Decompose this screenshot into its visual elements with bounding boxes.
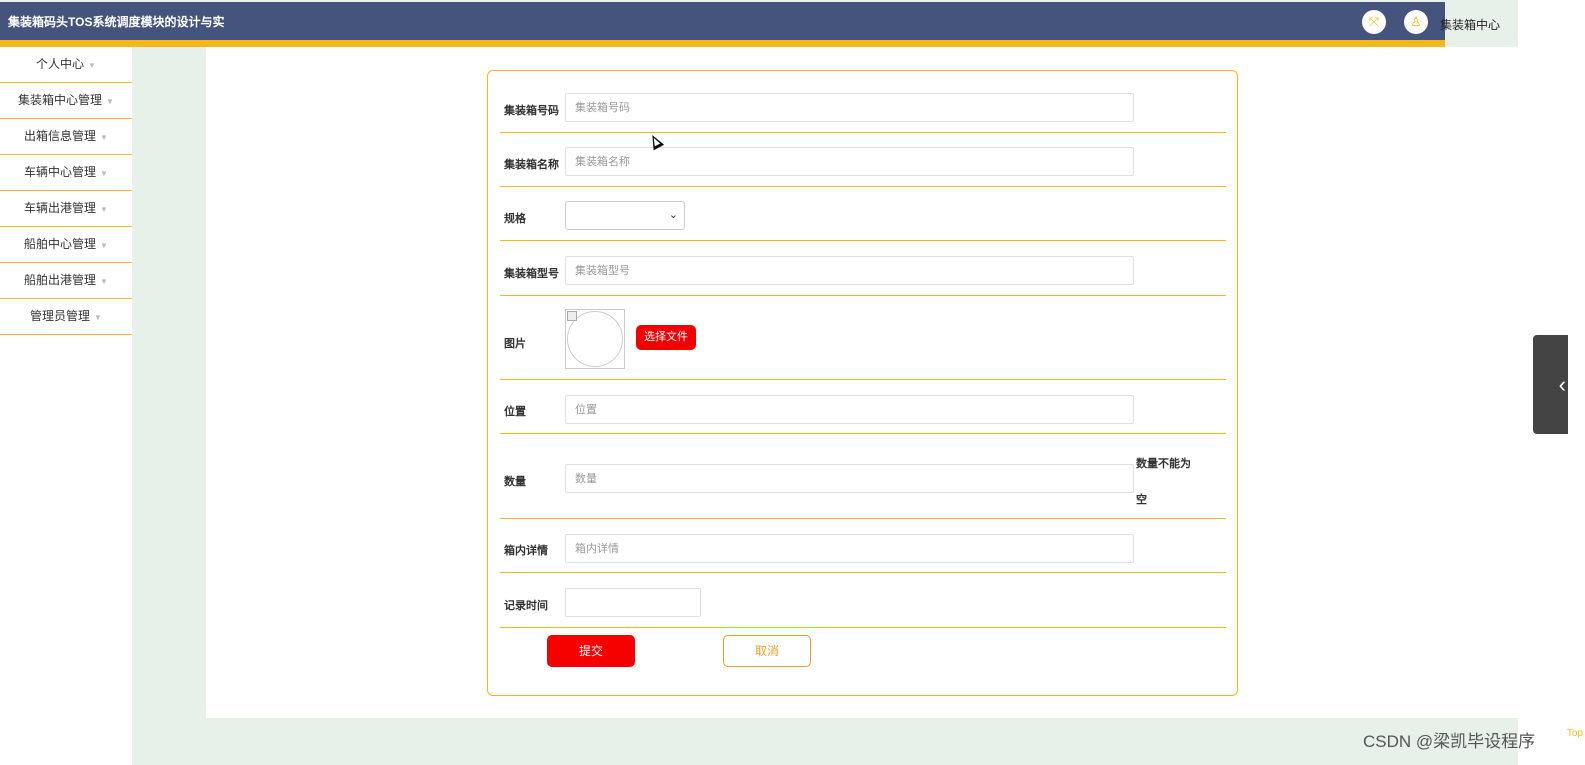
location-input[interactable]	[565, 395, 1134, 424]
sidebar-item-label: 管理员管理	[30, 309, 91, 323]
form-row-quantity: 数量 数量不能为空	[500, 434, 1226, 519]
form-row-record-time: 记录时间	[500, 573, 1226, 628]
expand-icon[interactable]: ⤧	[1362, 10, 1386, 34]
record-time-label: 记录时间	[504, 600, 548, 612]
app-title: 集装箱码头TOS系统调度模块的设计与实	[8, 15, 225, 29]
choose-file-button[interactable]: 选择文件	[636, 325, 696, 350]
container-model-input[interactable]	[565, 256, 1134, 285]
quantity-input[interactable]	[565, 464, 1134, 493]
sidebar-item-vehicle-departure[interactable]: 车辆出港管理 ▼	[0, 191, 132, 227]
location-label: 位置	[504, 406, 526, 418]
form-row-container-model: 集装箱型号	[500, 241, 1226, 296]
back-to-top-button[interactable]: Top	[1545, 718, 1585, 750]
top-header: 集装箱码头TOS系统调度模块的设计与实 ⤧ ♙	[0, 2, 1445, 47]
form-row-location: 位置	[500, 380, 1226, 434]
form-row-image: 图片 选择文件	[500, 296, 1226, 380]
sidebar-item-outbound-info[interactable]: 出箱信息管理 ▼	[0, 119, 132, 155]
chevron-down-icon: ⌄	[668, 209, 678, 221]
collapse-panel-tab[interactable]: ‹	[1533, 335, 1568, 434]
sidebar-item-container-center[interactable]: 集装箱中心管理 ▼	[0, 83, 132, 119]
form-row-spec: 规格 ⌄	[500, 187, 1226, 241]
record-time-input[interactable]	[565, 588, 701, 617]
caret-down-icon: ▼	[100, 205, 108, 214]
caret-down-icon: ▼	[100, 277, 108, 286]
sidebar-item-personal-center[interactable]: 个人中心 ▼	[0, 47, 132, 83]
caret-down-icon: ▼	[94, 313, 102, 322]
sidebar-item-admin[interactable]: 管理员管理 ▼	[0, 299, 132, 335]
caret-down-icon: ▼	[88, 61, 96, 70]
sidebar-item-label: 车辆中心管理	[24, 165, 97, 179]
form-row-details: 箱内详情	[500, 519, 1226, 573]
chevron-left-icon: ‹	[1558, 372, 1566, 397]
cancel-button[interactable]: 取消	[723, 635, 811, 667]
submit-button[interactable]: 提交	[547, 635, 635, 667]
container-code-label: 集装箱号码	[504, 105, 559, 117]
container-form: 集装箱号码 集装箱名称 规格 ⌄ 集装箱型号 图片 选择文件 位置 数量 数量不…	[487, 70, 1238, 696]
spec-select[interactable]: ⌄	[565, 201, 685, 230]
watermark: CSDN @梁凯毕设程序	[1363, 732, 1536, 751]
sidebar-item-ship-departure[interactable]: 船舶出港管理 ▼	[0, 263, 132, 299]
container-name-label: 集装箱名称	[504, 159, 559, 171]
image-preview	[565, 309, 625, 369]
sidebar-item-label: 车辆出港管理	[24, 201, 97, 215]
user-menu-label[interactable]: 集装箱中心	[1440, 16, 1500, 33]
sidebar-item-vehicle-center[interactable]: 车辆中心管理 ▼	[0, 155, 132, 191]
sidebar-item-label: 船舶出港管理	[24, 273, 97, 287]
sidebar-item-label: 个人中心	[36, 57, 85, 71]
image-label: 图片	[504, 338, 526, 350]
caret-down-icon: ▼	[100, 169, 108, 178]
container-model-label: 集装箱型号	[504, 268, 559, 280]
details-label: 箱内详情	[504, 545, 548, 557]
sidebar-item-ship-center[interactable]: 船舶中心管理 ▼	[0, 227, 132, 263]
caret-down-icon: ▼	[100, 133, 108, 142]
spec-label: 规格	[504, 213, 526, 225]
sidebar-item-label: 出箱信息管理	[24, 129, 97, 143]
caret-down-icon: ▼	[100, 241, 108, 250]
sidebar-item-label: 集装箱中心管理	[18, 93, 103, 107]
quantity-error-message: 数量不能为空	[1136, 458, 1191, 506]
user-icon[interactable]: ♙	[1404, 10, 1428, 34]
form-row-container-name: 集装箱名称	[500, 133, 1226, 187]
caret-down-icon: ▼	[106, 97, 114, 106]
container-code-input[interactable]	[565, 93, 1134, 122]
sidebar: 个人中心 ▼ 集装箱中心管理 ▼ 出箱信息管理 ▼ 车辆中心管理 ▼ 车辆出港管理 ▼ 船…	[0, 47, 132, 765]
form-row-container-code: 集装箱号码	[500, 71, 1226, 133]
broken-image-icon	[567, 311, 577, 321]
details-input[interactable]	[565, 534, 1134, 563]
sidebar-item-label: 船舶中心管理	[24, 237, 97, 251]
container-name-input[interactable]	[565, 147, 1134, 176]
quantity-label: 数量	[504, 476, 526, 488]
